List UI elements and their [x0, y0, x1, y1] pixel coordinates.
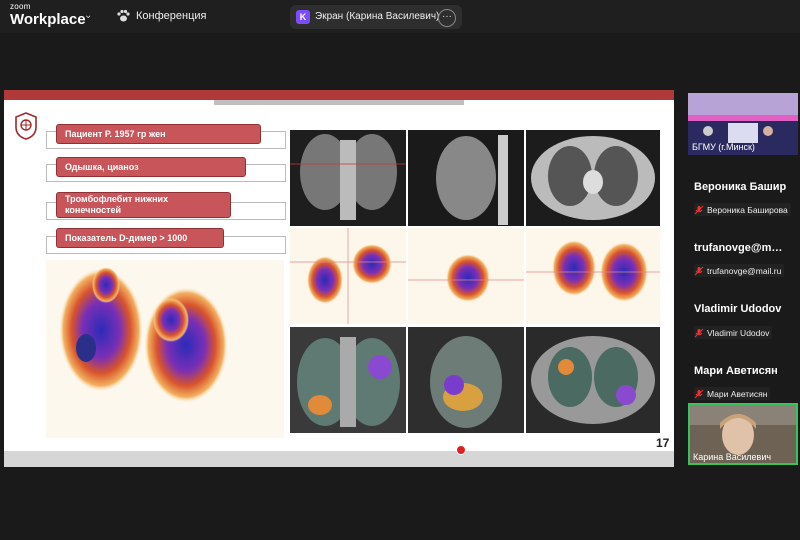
meeting-toolbar: zoom Workplace ⌄ Конференция K Экран (Ка… [0, 0, 800, 33]
participant-name-4: Мари Аветисян [694, 365, 778, 377]
meeting-title: Конференция [136, 10, 207, 22]
participant-video-bgmu[interactable]: БГМУ (г.Минск) [688, 93, 798, 155]
spect-sagittal-image [408, 228, 524, 324]
zoom-workplace-logo[interactable]: zoom Workplace [10, 2, 86, 28]
muted-mic-icon [694, 266, 704, 275]
fusion-axial-image [526, 327, 660, 433]
brand-top-text: zoom [10, 2, 31, 11]
symptom-label-text: Одышка, цианоз [65, 161, 139, 172]
ct-sagittal-image [408, 130, 524, 226]
participant-label-text-1: Вероника Баширова [707, 204, 788, 215]
d-dimer-label: Показатель D-димер > 1000 [56, 228, 224, 248]
screen-share-tab[interactable]: K Экран (Карина Василевич) ··· [290, 5, 462, 29]
presenter-pointer [456, 445, 466, 455]
participant-label-4: Мари Аветисян [694, 387, 771, 400]
patient-label: Пациент Р. 1957 гр жен [56, 124, 261, 144]
fusion-coronal-image [290, 327, 406, 433]
thrombophlebitis-label: Тромбофлебит нижних конечностей [56, 192, 231, 218]
video-tile-name: БГМУ (г.Минск) [692, 142, 755, 152]
self-tile-name: Карина Василевич [693, 452, 772, 462]
participant-label-2: trufanovge@mail.ru [694, 264, 785, 277]
sharer-avatar-badge: K [296, 10, 310, 24]
shared-screen-slide: Пациент Р. 1957 гр жен Одышка, цианоз Тр… [4, 90, 674, 467]
slide-footer-bar [4, 451, 674, 467]
brand-main-text: Workplace [10, 11, 86, 28]
participant-label-1: Вероника Баширова [694, 203, 791, 216]
muted-mic-icon [694, 205, 704, 214]
symptom-label: Одышка, цианоз [56, 157, 246, 177]
paw-icon [117, 9, 130, 22]
d-dimer-label-text: Показатель D-димер > 1000 [65, 232, 188, 243]
more-options-icon[interactable]: ··· [438, 9, 456, 27]
participant-label-text-3: Vladimir Udodov [707, 327, 770, 338]
perfusion-scintigraphy-image [46, 260, 284, 438]
muted-mic-icon [694, 328, 704, 337]
participant-label-text-4: Мари Аветисян [707, 388, 768, 399]
slide-header-bar [4, 90, 674, 100]
thrombophlebitis-label-text: Тромбофлебит нижних конечностей [65, 194, 169, 215]
chevron-down-icon[interactable]: ⌄ [84, 10, 92, 21]
slide-header-stripe [214, 100, 464, 105]
spect-axial-image [526, 228, 660, 324]
slide-page-number: 17 [656, 436, 670, 450]
muted-mic-icon [694, 389, 704, 398]
patient-label-text: Пациент Р. 1957 гр жен [65, 128, 166, 139]
participant-name-2: trufanovge@m… [694, 242, 783, 254]
participant-name-3: Vladimir Udodov [694, 303, 782, 315]
participant-label-text-2: trufanovge@mail.ru [707, 265, 782, 276]
fusion-sagittal-image [408, 327, 524, 433]
ct-coronal-image [290, 130, 406, 226]
screen-share-label: Экран (Карина Василевич) [315, 11, 440, 22]
ct-axial-image [526, 130, 660, 226]
participant-name-1: Вероника Башир [694, 181, 787, 193]
spect-coronal-image [290, 228, 406, 324]
university-emblem-icon [15, 112, 37, 140]
active-speaker-video-tile[interactable]: Карина Василевич [688, 403, 798, 465]
participant-label-3: Vladimir Udodov [694, 326, 773, 339]
